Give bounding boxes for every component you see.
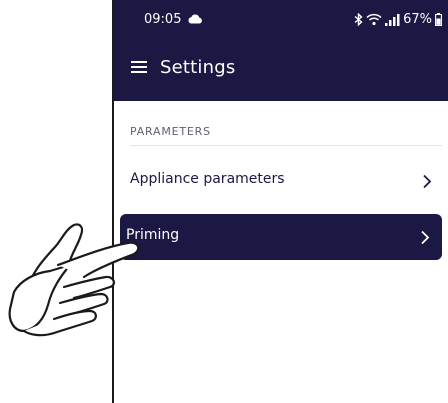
bluetooth-icon — [354, 13, 363, 26]
section-header: PARAMETERS — [130, 125, 211, 138]
wifi-icon — [366, 13, 382, 26]
list-item-appliance-parameters[interactable]: Appliance parameters — [118, 158, 446, 204]
list-item-priming[interactable]: Priming — [120, 214, 442, 260]
top-bar: 09:05 67% Settings — [114, 0, 448, 101]
status-icons: 67% — [354, 12, 442, 27]
chevron-right-icon — [421, 230, 430, 245]
page-title: Settings — [160, 57, 236, 78]
status-time: 09:05 — [144, 12, 182, 27]
phone-screen: 09:05 67% Settings PARAMETERS Appliance … — [112, 0, 448, 403]
battery-icon — [435, 13, 442, 26]
section-divider — [130, 145, 442, 146]
pointing-hand-icon — [8, 223, 140, 337]
signal-icon — [385, 13, 400, 26]
chevron-right-icon — [423, 174, 432, 189]
app-bar: Settings — [114, 50, 448, 94]
cloud-icon — [188, 14, 202, 24]
battery-percent: 67% — [403, 12, 432, 27]
list-item-label: Appliance parameters — [130, 171, 285, 187]
menu-icon[interactable] — [131, 60, 147, 74]
status-bar: 09:05 67% — [114, 0, 448, 38]
